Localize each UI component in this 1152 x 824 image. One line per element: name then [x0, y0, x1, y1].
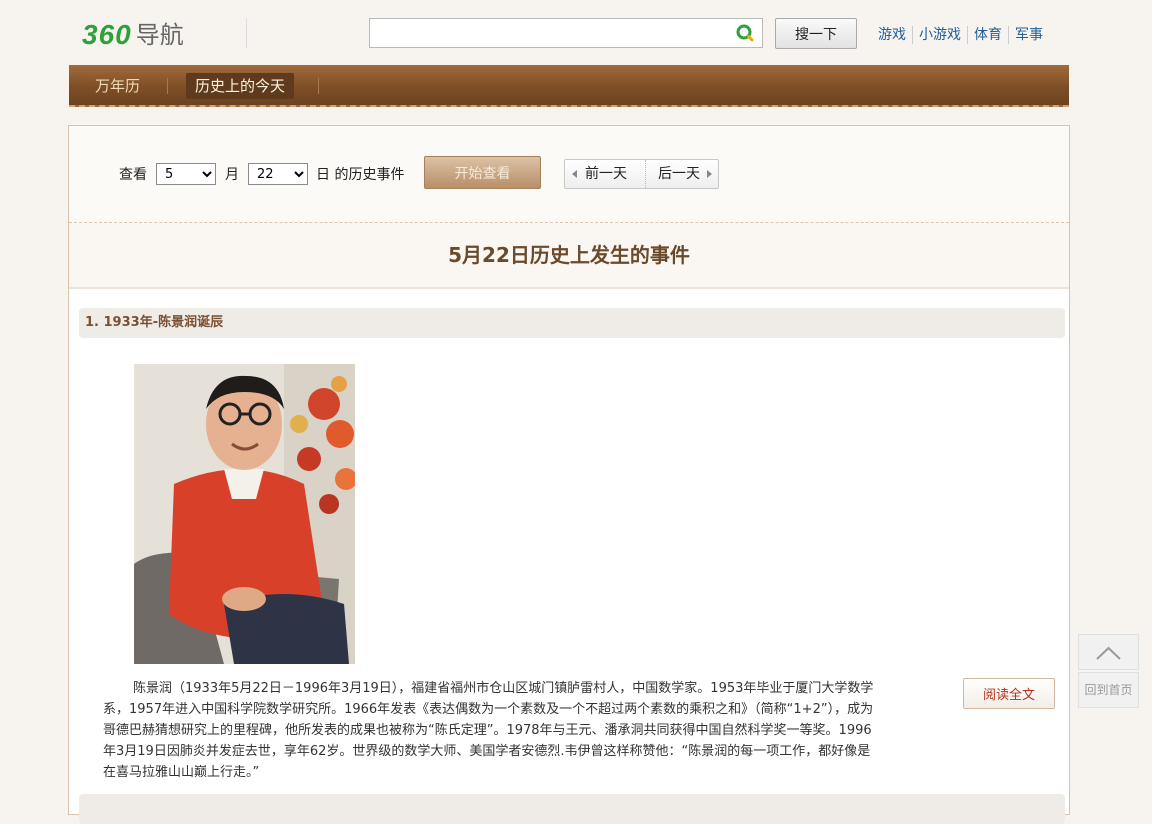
- day-unit-label: 日 的历史事件: [316, 167, 405, 183]
- nav-item-calendar[interactable]: 万年历: [87, 73, 148, 99]
- event-heading: 1. 1933年-陈景润诞辰: [79, 308, 1065, 338]
- quick-link-sports[interactable]: 体育: [967, 26, 1008, 44]
- nav-item-today-in-history[interactable]: 历史上的今天: [186, 73, 295, 99]
- quick-link-military[interactable]: 军事: [1008, 26, 1049, 44]
- back-home-button[interactable]: 回到首页: [1078, 672, 1139, 708]
- next-day-label: 后一天: [658, 166, 700, 182]
- view-label: 查看: [119, 167, 147, 183]
- date-query-bar: 查看 5 月 22 日 的历史事件 开始查看 前一天 后一天: [69, 126, 1069, 223]
- nav-divider: [318, 78, 319, 94]
- day-select[interactable]: 22: [248, 163, 308, 185]
- site-logo[interactable]: 360 导航: [82, 20, 184, 50]
- logo-divider: [246, 18, 247, 48]
- quick-link-mini-games[interactable]: 小游戏: [912, 26, 967, 44]
- search-input[interactable]: [370, 19, 736, 47]
- page-title: 5月22日历史上发生的事件: [448, 243, 690, 267]
- logo-number: 360: [82, 19, 132, 50]
- month-select[interactable]: 5: [156, 163, 216, 185]
- search-box[interactable]: [369, 18, 763, 48]
- quick-links: 游戏 小游戏 体育 军事: [872, 26, 1049, 44]
- title-bar: 5月22日历史上发生的事件: [69, 223, 1069, 289]
- quick-link-games[interactable]: 游戏: [872, 26, 912, 44]
- arrow-right-icon: [707, 170, 712, 178]
- main-panel: 查看 5 月 22 日 的历史事件 开始查看 前一天 后一天 5月22日历史上发…: [68, 125, 1070, 824]
- nav-divider: [167, 78, 168, 94]
- nav-bar: 万年历 历史上的今天: [69, 65, 1069, 107]
- chevron-up-icon: [1096, 646, 1121, 660]
- day-pager: 前一天 后一天: [564, 159, 719, 189]
- month-unit: 月: [225, 167, 239, 183]
- read-full-button[interactable]: 阅读全文: [963, 678, 1055, 709]
- prev-day-label: 前一天: [585, 166, 627, 182]
- event-description: 陈景润（1933年5月22日－1996年3月19日），福建省福州市仓山区城门镇胪…: [103, 681, 874, 780]
- logo-text: 导航: [135, 21, 184, 49]
- search-icon[interactable]: [736, 24, 754, 42]
- arrow-left-icon: [572, 170, 577, 178]
- next-day-button[interactable]: 后一天: [646, 160, 718, 188]
- prev-day-button[interactable]: 前一天: [565, 160, 646, 188]
- start-view-button[interactable]: 开始查看: [424, 156, 541, 189]
- search-button[interactable]: 搜一下: [775, 18, 857, 49]
- back-to-top-button[interactable]: [1078, 634, 1139, 670]
- event-photo: [134, 364, 355, 664]
